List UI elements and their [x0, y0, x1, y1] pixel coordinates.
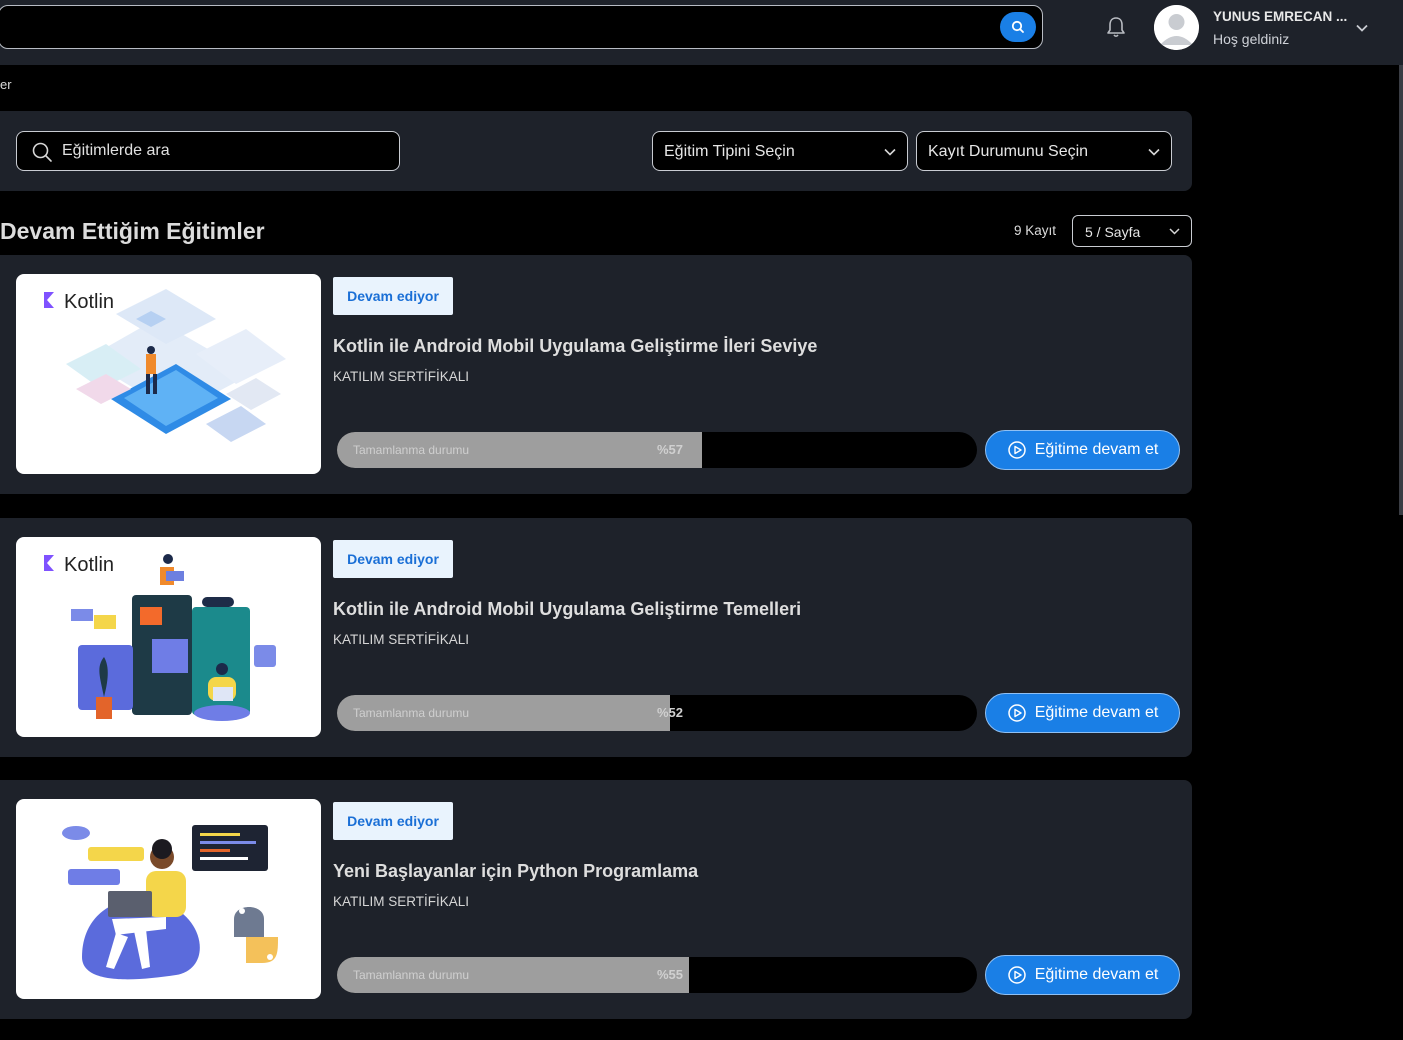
search-icon: [32, 142, 52, 162]
avatar[interactable]: [1154, 5, 1199, 50]
course-illustration: [62, 825, 278, 980]
course-thumbnail[interactable]: Kotlin: [16, 537, 321, 737]
search-icon: [1011, 20, 1024, 33]
course-type: KATILIM SERTİFİKALI: [333, 894, 470, 909]
scrollbar[interactable]: [1399, 65, 1403, 515]
course-thumbnail[interactable]: Kotlin: [16, 274, 321, 474]
status-badge: Devam ediyor: [333, 802, 453, 840]
continue-course-label: Eğitime devam et: [1034, 704, 1159, 721]
progress-value: %55: [657, 967, 684, 982]
course-illustration: Kotlin: [44, 289, 286, 442]
user-name: YUNUS EMRECAN ...: [1213, 9, 1348, 24]
global-search-button[interactable]: [1000, 12, 1036, 42]
page-size-label: 5 / Sayfa: [1085, 224, 1141, 240]
continue-course-button[interactable]: Eğitime devam et: [985, 955, 1180, 995]
enrollment-status-select-label: Kayıt Durumunu Seçin: [928, 143, 1089, 160]
course-title[interactable]: Yeni Başlayanlar için Python Programlama: [333, 861, 698, 882]
course-type: KATILIM SERTİFİKALI: [333, 632, 470, 647]
filter-panel: Eğitim Tipini Seçin Kayıt Durumunu Seçin: [0, 111, 1192, 191]
continue-course-button[interactable]: Eğitime devam et: [985, 430, 1180, 470]
progress-label: Tamamlanma durumu: [353, 443, 470, 457]
section-title: Devam Ettiğim Eğitimler: [0, 218, 265, 244]
progress-value: %52: [657, 705, 684, 720]
play-circle-icon: [1007, 441, 1026, 459]
progress-bar: Tamamlanma durumu %57: [337, 432, 977, 468]
status-badge: Devam ediyor: [333, 540, 453, 578]
course-search-field[interactable]: [16, 131, 400, 171]
continue-course-label: Eğitime devam et: [1034, 966, 1159, 983]
course-card: Devam ediyor Yeni Başlayanlar için Pytho…: [0, 780, 1192, 1019]
chevron-down-icon: [1148, 148, 1160, 156]
course-type: KATILIM SERTİFİKALI: [333, 369, 470, 384]
progress-label: Tamamlanma durumu: [353, 968, 470, 982]
progress-bar: Tamamlanma durumu %55: [337, 957, 977, 993]
progress-label: Tamamlanma durumu: [353, 706, 470, 720]
course-card: Kotlin Devam ediyor Kotlin ile Android M…: [0, 255, 1192, 494]
course-type-select[interactable]: Eğitim Tipini Seçin: [652, 131, 908, 171]
continue-course-button[interactable]: Eğitime devam et: [985, 693, 1180, 733]
page-size-select[interactable]: 5 / Sayfa: [1072, 215, 1192, 247]
play-circle-icon: [1007, 704, 1026, 722]
chevron-down-icon[interactable]: [1354, 20, 1370, 36]
enrollment-status-select[interactable]: Kayıt Durumunu Seçin: [916, 131, 1172, 171]
kotlin-logo-text: Kotlin: [64, 554, 114, 576]
continue-course-label: Eğitime devam et: [1034, 441, 1159, 458]
global-search-input[interactable]: [0, 5, 1043, 49]
progress-bar: Tamamlanma durumu %52: [337, 695, 977, 731]
course-illustration: Kotlin: [44, 554, 276, 721]
course-type-select-label: Eğitim Tipini Seçin: [664, 143, 795, 160]
status-badge: Devam ediyor: [333, 277, 453, 315]
user-greeting: Hoş geldiniz: [1213, 31, 1290, 47]
top-bar: YUNUS EMRECAN ... Hoş geldiniz: [0, 0, 1403, 65]
kotlin-logo-text: Kotlin: [64, 291, 114, 313]
course-title[interactable]: Kotlin ile Android Mobil Uygulama Gelişt…: [333, 599, 801, 620]
play-circle-icon: [1007, 966, 1026, 984]
course-title[interactable]: Kotlin ile Android Mobil Uygulama Gelişt…: [333, 336, 817, 357]
record-count: 9 Kayıt: [1014, 223, 1057, 238]
chevron-down-icon: [1169, 228, 1180, 235]
bell-icon[interactable]: [1103, 14, 1129, 40]
breadcrumb[interactable]: er: [0, 77, 12, 92]
course-search-input[interactable]: [62, 132, 392, 170]
progress-value: %57: [657, 442, 684, 457]
chevron-down-icon: [884, 148, 896, 156]
course-card: Kotlin Devam ediyor Kotlin ile Android M…: [0, 518, 1192, 757]
course-thumbnail[interactable]: [16, 799, 321, 999]
user-avatar-icon: [1154, 5, 1199, 50]
